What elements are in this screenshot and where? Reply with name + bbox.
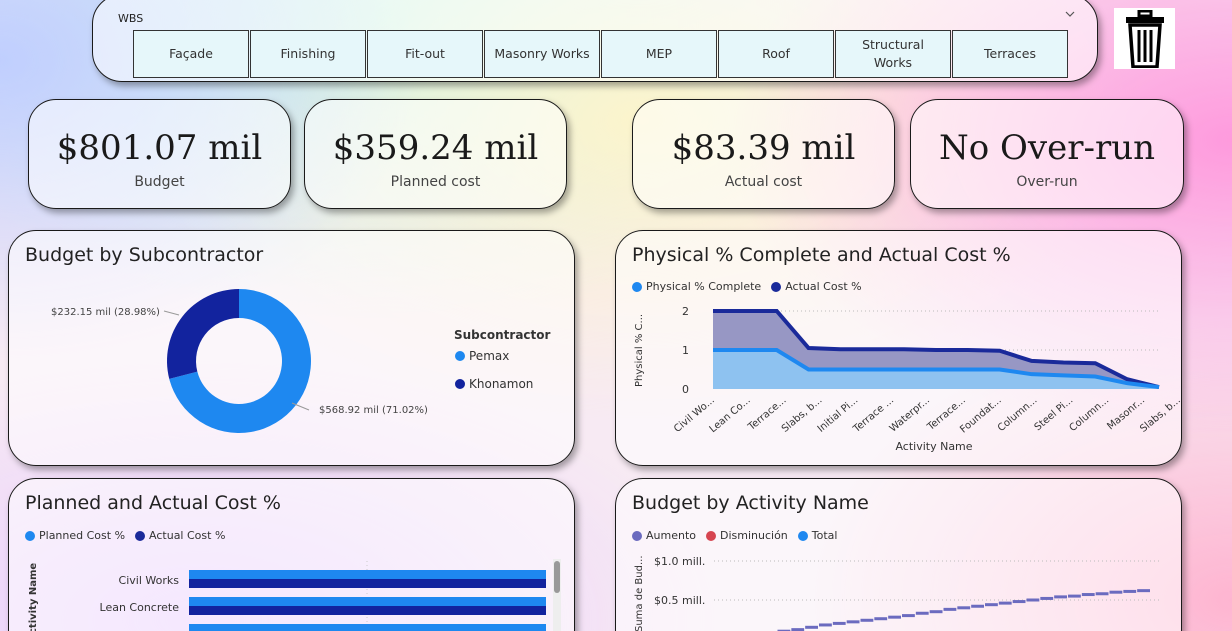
y-tick-label: $0.5 mill. (654, 594, 705, 607)
x-tick-label: Waterpr... (888, 395, 932, 435)
wbs-item-mep[interactable]: MEP (601, 30, 717, 78)
kpi-over-run-card: No Over-run Over-run (910, 99, 1184, 209)
category-label-civil-works: Civil Works (119, 574, 180, 587)
wbs-item-roof[interactable]: Roof (718, 30, 834, 78)
x-tick-label: Column... (1068, 395, 1112, 434)
wbs-item-masonry-works[interactable]: Masonry Works (484, 30, 600, 78)
kpi-planned-cost-label: Planned cost (390, 174, 481, 190)
kpi-budget-card: $801.07 mil Budget (28, 99, 291, 209)
scrollbar-thumb[interactable] (554, 561, 560, 593)
waterfall-step (943, 607, 957, 611)
area-chart-svg: 012Civil Wo...Lean Co...Terrace...Slabs,… (634, 305, 1183, 453)
hbar-chart-svg: ctivity Name Civil Works Lean Concrete (28, 559, 561, 631)
waterfall-step (985, 603, 998, 607)
x-axis-title: Activity Name (895, 440, 972, 453)
wbs-item-structural-works[interactable]: Structural Works (835, 30, 951, 78)
donut-chart-svg: Subcontractor Pemax Khonamon $568.92 mil… (51, 289, 551, 433)
y-tick-label: 1 (682, 344, 689, 357)
legend-title: Subcontractor (454, 328, 551, 342)
y-tick-label: $1.0 mill. (654, 555, 705, 568)
bar-planned-cost (189, 597, 546, 606)
kpi-actual-cost-card: $83.39 mil Actual cost (632, 99, 895, 209)
kpi-budget-label: Budget (134, 174, 185, 190)
waterfall-step (1109, 590, 1123, 594)
kpi-actual-cost-label: Actual cost (724, 174, 803, 190)
waterfall-step (1012, 600, 1026, 604)
waterfall-step (819, 623, 832, 627)
bar-planned-cost (189, 624, 546, 631)
waterfall-step (1137, 589, 1150, 593)
kpi-budget-value: $801.07 mil (56, 128, 263, 168)
waterfall-chart-svg: $1.0 mill. $0.5 mill. Suma de Bud... (634, 555, 1161, 631)
waterfall-step (1068, 594, 1081, 598)
waterfall-step (805, 625, 818, 629)
donut-slice-khonamon (166, 289, 239, 379)
waterfall-step (929, 610, 943, 614)
physical-complete-actual-cost-chart: Physical % Complete and Actual Cost % Ph… (615, 230, 1183, 466)
bar-actual-cost (189, 579, 546, 588)
legend-item-khonamon[interactable]: Khonamon (469, 377, 533, 391)
waterfall-step (902, 614, 915, 618)
clear-filters-button[interactable] (1114, 8, 1175, 69)
bar-actual-cost (189, 606, 546, 615)
waterfall-step (860, 618, 874, 622)
waterfall-step (1026, 598, 1040, 602)
data-label-khonamon: $232.15 mil (28.98%) (51, 307, 160, 318)
wbs-item-terraces[interactable]: Terraces (952, 30, 1068, 78)
wbs-item-fit-out[interactable]: Fit-out (367, 30, 483, 78)
bar-planned-cost (189, 570, 546, 579)
waterfall-step (874, 617, 888, 621)
y-tick-label: 0 (682, 383, 689, 396)
waterfall-step (971, 604, 984, 608)
waterfall-step (888, 615, 901, 619)
x-tick-label: Column... (996, 395, 1040, 434)
kpi-planned-cost-card: $359.24 mil Planned cost (304, 99, 567, 209)
waterfall-step (1081, 593, 1095, 597)
wbs-button-row: Façade Finishing Fit-out Masonry Works M… (133, 30, 1068, 78)
kpi-over-run-label: Over-run (1016, 174, 1078, 190)
waterfall-step (832, 621, 846, 625)
waterfall-step (915, 611, 929, 615)
waterfall-step (1123, 589, 1137, 593)
wbs-item-finishing[interactable]: Finishing (250, 30, 366, 78)
waterfall-step (1054, 595, 1067, 599)
planned-actual-cost-chart: Planned and Actual Cost % Planned Cost %… (8, 478, 575, 631)
waterfall-step (998, 601, 1012, 605)
trash-icon (1125, 9, 1164, 68)
waterfall-step (957, 606, 971, 610)
kpi-actual-cost-value: $83.39 mil (671, 128, 856, 168)
budget-by-activity-chart: Budget by Activity Name Aumento Disminuc… (615, 478, 1182, 631)
legend-item-pemax[interactable]: Pemax (469, 349, 509, 363)
category-label-lean-concrete: Lean Concrete (100, 601, 180, 614)
kpi-over-run-value: No Over-run (938, 128, 1156, 168)
y-axis-title: ctivity Name (28, 563, 39, 631)
kpi-planned-cost-value: $359.24 mil (332, 128, 539, 168)
y-axis-title: Suma de Bud... (634, 556, 645, 631)
y-axis-title: Physical % C... (634, 314, 645, 387)
budget-by-subcontractor-chart: Budget by Subcontractor Subcontractor Pe… (8, 230, 575, 466)
wbs-label: WBS (118, 12, 144, 25)
chevron-down-icon[interactable] (1065, 9, 1075, 19)
y-tick-label: 2 (682, 305, 689, 318)
wbs-item-facade[interactable]: Façade (133, 30, 249, 78)
legend-dot-khonamon (455, 379, 465, 389)
waterfall-step (1095, 592, 1109, 596)
waterfall-step (1040, 596, 1054, 600)
legend-dot-pemax (455, 351, 465, 361)
waterfall-step (846, 620, 860, 624)
data-label-pemax: $568.92 mil (71.02%) (319, 405, 428, 416)
wbs-slicer: WBS Façade Finishing Fit-out Masonry Wor… (92, 0, 1098, 82)
